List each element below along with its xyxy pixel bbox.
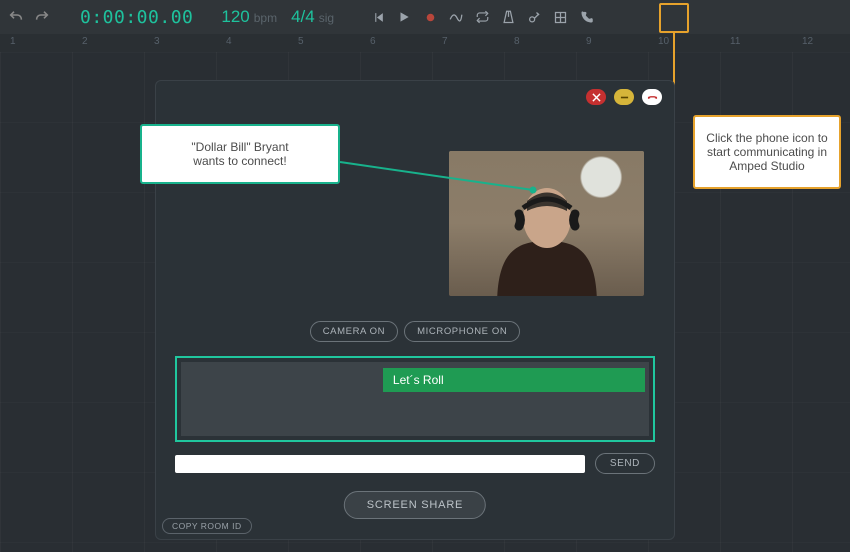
tempo-value: 120	[221, 7, 249, 27]
window-buttons	[586, 89, 662, 105]
ruler-tick: 8	[514, 36, 520, 47]
timeline-ruler[interactable]: 123456789101112	[0, 34, 850, 52]
ruler-tick: 11	[730, 36, 740, 47]
ruler-tick: 9	[586, 36, 592, 47]
ruler-tick: 1	[10, 36, 16, 47]
loop-icon[interactable]	[472, 7, 492, 27]
metronome-icon[interactable]	[498, 7, 518, 27]
callout-line1: "Dollar Bill" Bryant	[162, 140, 318, 154]
play-icon[interactable]	[394, 7, 414, 27]
chat-scroll[interactable]: Let´s Roll	[181, 362, 649, 436]
callout-box: "Dollar Bill" Bryant wants to connect!	[140, 124, 340, 184]
copy-room-id-button[interactable]: COPY ROOM ID	[162, 518, 252, 534]
close-button[interactable]	[586, 89, 606, 105]
tooltip-text: Click the phone icon to start communicat…	[706, 131, 827, 173]
ruler-tick: 2	[82, 36, 88, 47]
tempo-unit: bpm	[254, 11, 277, 25]
automation-icon[interactable]	[446, 7, 466, 27]
ruler-tick: 10	[658, 36, 669, 47]
undo-icon[interactable]	[6, 7, 26, 27]
time-display[interactable]: 0:00:00.00	[80, 7, 193, 28]
top-toolbar: 0:00:00.00 120 bpm 4/4 sig	[0, 0, 850, 34]
chat-input[interactable]	[175, 455, 585, 473]
callout-line2: wants to connect!	[162, 154, 318, 168]
screen-share-button[interactable]: SCREEN SHARE	[344, 491, 486, 519]
skip-back-icon[interactable]	[368, 7, 388, 27]
camera-on-button[interactable]: CAMERA ON	[310, 321, 398, 342]
phone-icon[interactable]	[576, 7, 596, 27]
ruler-tick: 12	[802, 36, 813, 47]
ruler-tick: 4	[226, 36, 232, 47]
record-icon[interactable]	[420, 7, 440, 27]
snap-icon[interactable]	[550, 7, 570, 27]
ruler-tick: 6	[370, 36, 376, 47]
chat-area: Let´s Roll	[175, 356, 655, 442]
tempo-display[interactable]: 120 bpm	[221, 7, 277, 27]
minimize-button[interactable]	[614, 89, 634, 105]
ruler-tick: 5	[298, 36, 304, 47]
tuner-icon[interactable]	[524, 7, 544, 27]
person-avatar	[477, 156, 617, 296]
timesig-unit: sig	[319, 11, 334, 25]
tooltip-box: Click the phone icon to start communicat…	[693, 115, 841, 189]
redo-icon[interactable]	[32, 7, 52, 27]
ruler-tick: 3	[154, 36, 160, 47]
ruler-tick: 7	[442, 36, 448, 47]
video-feed[interactable]	[449, 151, 644, 296]
microphone-on-button[interactable]: MICROPHONE ON	[404, 321, 520, 342]
chat-input-row: SEND	[175, 453, 655, 474]
chat-message: Let´s Roll	[383, 368, 645, 392]
timesig-value: 4/4	[291, 7, 315, 27]
media-controls: CAMERA ON MICROPHONE ON	[156, 321, 674, 342]
timesig-display[interactable]: 4/4 sig	[291, 7, 334, 27]
end-call-button[interactable]	[642, 89, 662, 105]
send-button[interactable]: SEND	[595, 453, 655, 474]
